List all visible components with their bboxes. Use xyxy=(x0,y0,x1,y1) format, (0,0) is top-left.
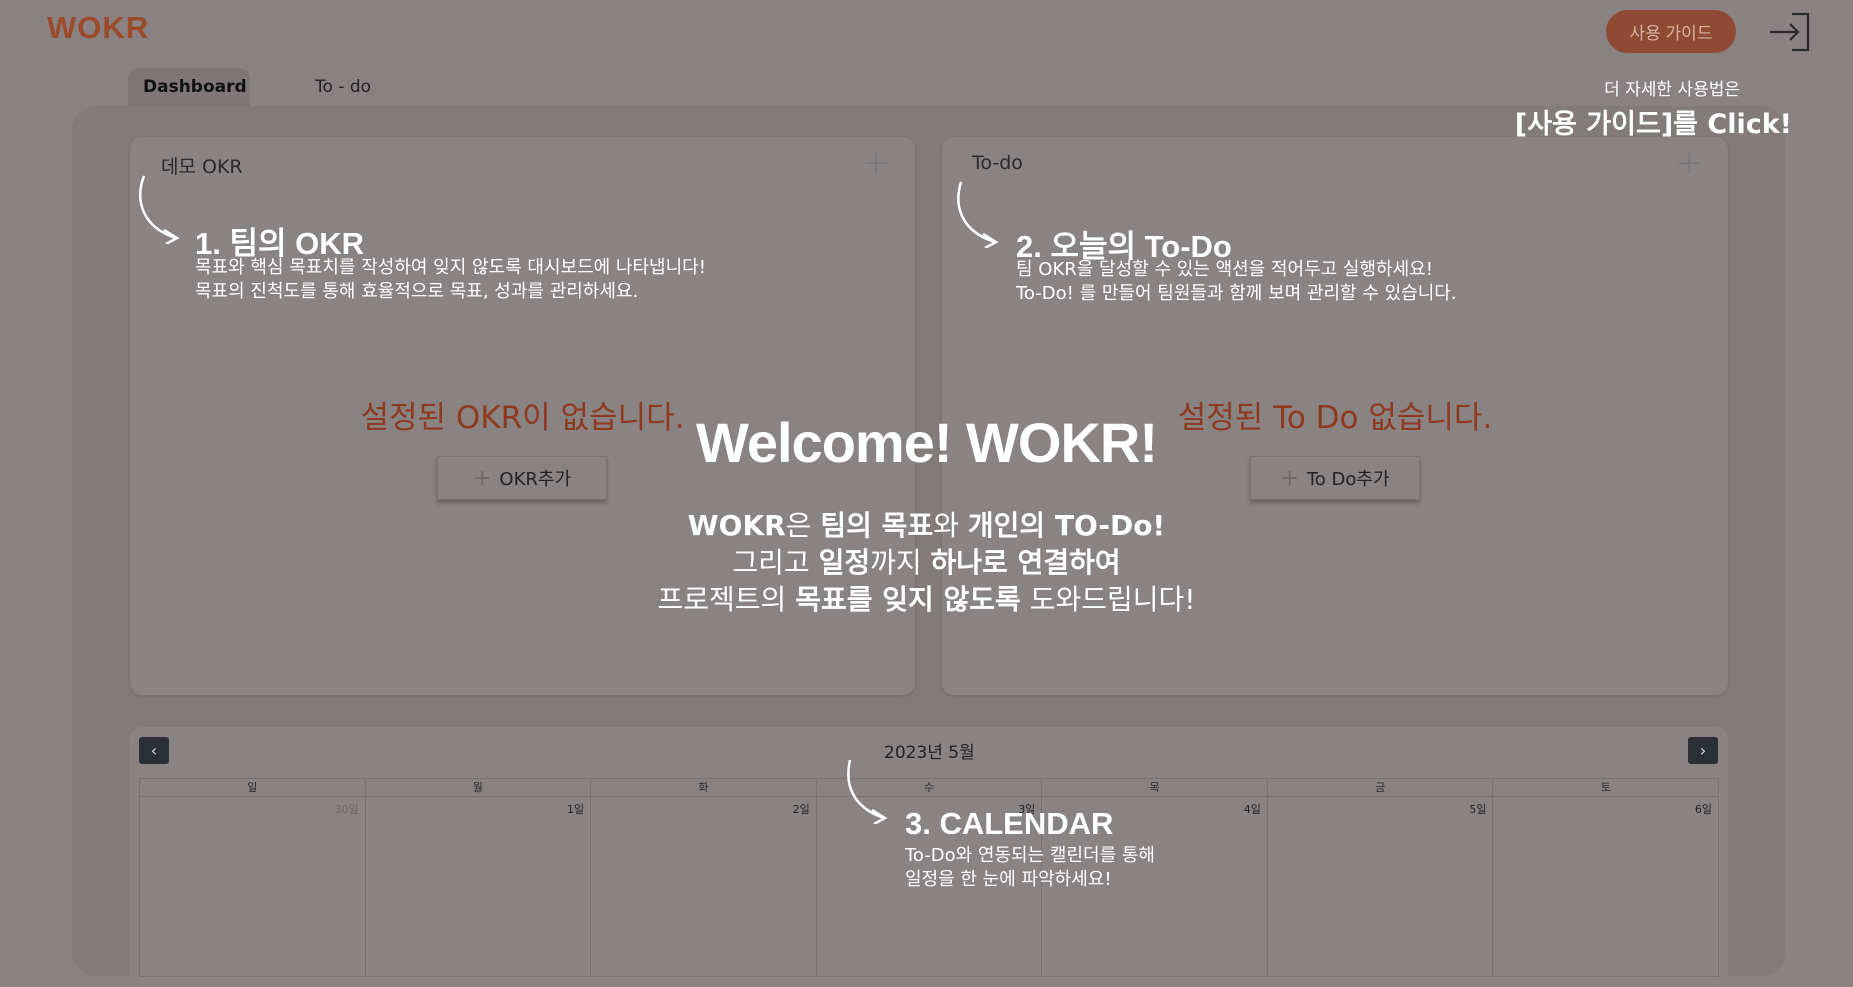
calendar-weekday-header: 일 월 화 수 목 금 토 xyxy=(139,778,1720,797)
step3-desc-line2: 일정을 한 눈에 파악하세요! xyxy=(905,869,1112,890)
step2-desc-line2: To-Do! 를 만들어 팀원들과 함께 보며 관리할 수 있습니다. xyxy=(1016,283,1457,304)
prev-month-button[interactable]: ‹ xyxy=(139,737,169,764)
curved-arrow-icon xyxy=(139,175,180,244)
logo[interactable]: WOKR xyxy=(47,10,149,46)
add-todo-plus-icon[interactable]: + xyxy=(1675,146,1704,180)
w1d: 와 xyxy=(933,509,968,542)
step1-desc-line2: 목표의 진척도를 통해 효율적으로 목표, 성과를 관리하세요. xyxy=(195,281,639,302)
welcome-message: WOKR은 팀의 목표와 개인의 TO-Do! 그리고 일정까지 하나로 연결하… xyxy=(0,507,1853,618)
weekday-mon: 월 xyxy=(364,778,591,797)
add-okr-plus-icon[interactable]: + xyxy=(862,146,891,180)
w1c: 팀의 목표 xyxy=(820,509,934,542)
w1e: 개인의 TO-Do! xyxy=(967,509,1166,542)
step3-desc-line1: To-Do와 연동되는 캘린더를 통해 xyxy=(905,845,1155,866)
w3b: 목표를 잊지 않도록 xyxy=(795,583,1021,616)
w2d: 하나로 연결하여 xyxy=(930,546,1121,579)
calendar-day-cell[interactable]: 1일 xyxy=(364,797,591,977)
todo-card-title: To-do xyxy=(972,152,1023,174)
w1a: WOKR xyxy=(687,509,786,542)
user-guide-button[interactable]: 사용 가이드 xyxy=(1606,10,1736,53)
step3-title: 3. CALENDAR xyxy=(905,806,1114,841)
logout-icon[interactable] xyxy=(1768,10,1812,54)
weekday-tue: 화 xyxy=(590,778,816,797)
w3c: 도와드립니다! xyxy=(1020,583,1196,616)
weekday-fri: 금 xyxy=(1266,778,1493,797)
w2c: 까지 xyxy=(870,546,931,579)
w2a: 그리고 xyxy=(732,546,819,579)
welcome-line3: 프로젝트의 목표를 잊지 않도록 도와드립니다! xyxy=(0,581,1853,618)
calendar-day-cell[interactable]: 30일 xyxy=(139,797,365,977)
weekday-sun: 일 xyxy=(139,778,365,797)
next-month-button[interactable]: › xyxy=(1688,737,1718,764)
step1-desc-line1: 목표와 핵심 목표치를 작성하여 잊지 않도록 대시보드에 나타냅니다! xyxy=(195,257,706,278)
tab-dashboard[interactable]: Dashboard xyxy=(128,68,250,106)
curved-arrow-icon xyxy=(957,181,999,248)
calendar-month-label: 2023년 5월 xyxy=(884,743,975,763)
w2b: 일정 xyxy=(818,546,871,579)
welcome-title: Welcome! WOKR! xyxy=(696,411,1158,474)
tab-todo[interactable]: To - do xyxy=(300,68,386,106)
step2-desc-line1: 팀 OKR을 달성할 수 있는 액션을 적어두고 실행하세요! xyxy=(1016,259,1433,280)
calendar-day-cell[interactable]: 5일 xyxy=(1266,797,1493,977)
calendar-day-cell[interactable]: 2일 xyxy=(590,797,816,977)
w1b: 은 xyxy=(785,509,821,542)
guide-hint: 더 자세한 사용법은 [사용 가이드]를 Click! xyxy=(1450,75,1792,141)
welcome-line2: 그리고 일정까지 하나로 연결하여 xyxy=(0,544,1853,581)
welcome-line1: WOKR은 팀의 목표와 개인의 TO-Do! xyxy=(0,507,1853,544)
weekday-sat: 토 xyxy=(1492,778,1720,797)
w3a: 프로젝트의 xyxy=(657,583,796,616)
weekday-thu: 목 xyxy=(1041,778,1267,797)
calendar-day-cell[interactable]: 6일 xyxy=(1492,797,1720,977)
curved-arrow-icon xyxy=(847,759,888,824)
guide-hint-line1: 더 자세한 사용법은 xyxy=(1604,80,1740,100)
guide-hint-line2: [사용 가이드]를 Click! xyxy=(1514,109,1792,140)
